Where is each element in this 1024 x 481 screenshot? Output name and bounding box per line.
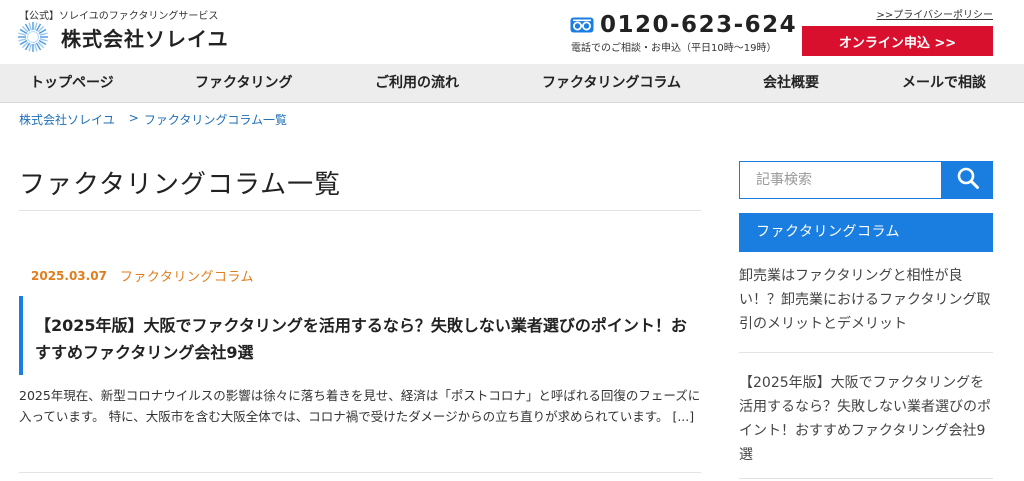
divider [739,352,993,353]
nav-item-mail[interactable]: メールで相談 [902,64,986,102]
breadcrumb-separator: > [128,111,139,125]
site-logo[interactable]: 株式会社ソレイユ [17,21,229,53]
phone-number: 0120-623-624 [600,12,798,38]
nav-item-factoring[interactable]: ファクタリング [195,64,292,102]
site-tagline: 【公式】ソレイユのファクタリングサービス [19,11,219,22]
search-icon [956,166,980,194]
nav-item-top[interactable]: トップページ [30,64,114,102]
nav-item-column[interactable]: ファクタリングコラム [542,64,681,102]
post-title[interactable]: 【2025年版】大阪でファクタリングを活用するなら？失敗しない業者選びのポイント… [35,312,701,366]
post-category[interactable]: ファクタリングコラム [120,266,254,285]
company-name: 株式会社ソレイユ [61,26,229,51]
search-input[interactable] [739,161,942,199]
privacy-policy-link[interactable]: >>プライバシーポリシー [876,6,993,21]
article-search [739,161,993,199]
sidebar-article-link[interactable]: 【2025年版】大阪でファクタリングを活用するなら？失敗しない業者選びのポイント… [739,371,993,467]
breadcrumb-home[interactable]: 株式会社ソレイユ [19,111,115,128]
nav-item-company[interactable]: 会社概要 [763,64,819,102]
breadcrumb-current[interactable]: ファクタリングコラム一覧 [144,111,287,128]
breadcrumb: 株式会社ソレイユ > ファクタリングコラム一覧 [19,111,287,128]
freedial-icon [570,17,594,33]
post-excerpt: 2025年現在、新型コロナウイルスの影響は徐々に落ち着きを見せ、経済は「ポストコ… [19,388,701,424]
divider [739,478,993,479]
post-meta: 2025.03.07 ファクタリングコラム [31,266,254,286]
main-nav: トップページ ファクタリング ご利用の流れ ファクタリングコラム 会社概要 メー… [0,64,1024,103]
phone-contact[interactable]: 0120-623-624 [570,12,797,38]
search-button[interactable] [942,161,993,199]
divider [19,210,701,211]
sidebar-heading: ファクタリングコラム [739,213,993,252]
post-date: 2025.03.07 [31,268,107,283]
site-header: 【公式】ソレイユのファクタリングサービス 株式会社ソレイユ 0120-623-6… [0,0,1024,64]
phone-hours-note: 電話でのご相談・お申込（平日10時〜19時） [571,43,777,54]
online-apply-button[interactable]: オンライン申込 >> [802,26,993,56]
nav-item-flow[interactable]: ご利用の流れ [375,64,459,102]
divider [19,472,701,473]
page-title: ファクタリングコラム一覧 [19,170,342,200]
sidebar-article-link[interactable]: 卸売業はファクタリングと相性が良い！？卸売業におけるファクタリング取引のメリット… [739,264,993,336]
post-title-block: 【2025年版】大阪でファクタリングを活用するなら？失敗しない業者選びのポイント… [19,296,701,375]
sun-logo-icon [17,21,49,53]
